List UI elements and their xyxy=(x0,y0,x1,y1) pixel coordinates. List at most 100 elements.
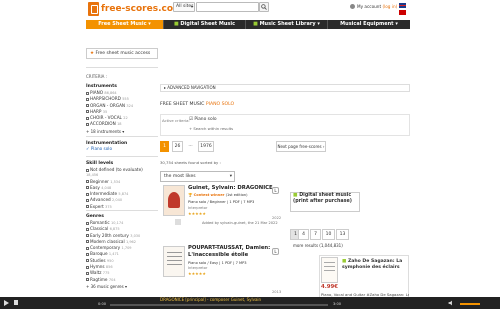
language-flag-icon[interactable] xyxy=(399,10,406,15)
result-title[interactable]: POUPART-TAUSSAT, Damien: L'inaccessible … xyxy=(188,245,272,258)
checkbox[interactable] xyxy=(86,234,89,238)
results-count-4[interactable]: 4 xyxy=(298,229,309,240)
instrumentation-selected[interactable]: ✓ Piano solo xyxy=(86,146,112,151)
checkbox[interactable] xyxy=(86,278,89,282)
search-within-link[interactable]: + Search within results xyxy=(189,126,233,131)
instruments-heading: Instruments xyxy=(86,84,117,89)
product-price: 4.99€ xyxy=(321,284,339,290)
results-count: 30,754 sheets found sorted by : xyxy=(160,160,221,165)
divider xyxy=(86,210,158,211)
play-icon[interactable] xyxy=(4,300,9,306)
results-count-13[interactable]: 13 xyxy=(336,229,349,240)
nav-digital-sheet-music[interactable]: ■ Digital Sheet Music xyxy=(164,20,246,29)
checkbox[interactable] xyxy=(86,205,89,209)
instrument-item[interactable]: ACCORDION 18 xyxy=(86,121,158,127)
player-progress-bar[interactable] xyxy=(110,304,328,306)
checkbox[interactable] xyxy=(86,110,89,114)
contest-badge[interactable]: 🏆 Contest winner (1st edition) xyxy=(188,193,247,197)
divider xyxy=(86,67,158,68)
results-count-7[interactable]: 7 xyxy=(310,229,321,240)
search-scope-select[interactable]: All sites ▾ xyxy=(173,2,195,12)
player-time-start: 0:00 xyxy=(98,302,107,306)
checkbox[interactable] xyxy=(86,122,89,126)
logo[interactable]: free-scores.com xyxy=(86,0,182,18)
checkbox[interactable] xyxy=(86,259,89,263)
score-thumbnail[interactable] xyxy=(163,185,185,216)
checkbox[interactable] xyxy=(86,192,89,196)
chevron-down-icon: ▾ xyxy=(317,21,320,27)
login-link[interactable]: (log in) xyxy=(382,4,397,9)
page-title: FREE SHEET MUSIC PIANO SOLO xyxy=(160,102,235,107)
genres-more-link[interactable]: + 36 music genres ▾ xyxy=(86,284,158,289)
added-by: Added by sylvain-guinet, the 21 Mar 2022 xyxy=(202,221,278,225)
digital-sheet-music-heading: ■ Digital sheet music (print after purch… xyxy=(293,193,352,204)
player-track-title: DRAGONICE [principal] - composer Guinet,… xyxy=(160,297,262,302)
results-count-10[interactable]: 10 xyxy=(322,229,335,240)
stop-icon[interactable] xyxy=(14,300,18,305)
search-input[interactable] xyxy=(196,2,259,12)
logo-icon xyxy=(88,2,99,16)
uk-flag-icon[interactable] xyxy=(399,3,406,8)
checkbox[interactable] xyxy=(86,91,89,95)
nav-label: Music Sheet Library xyxy=(259,21,316,27)
checkbox[interactable] xyxy=(86,186,89,190)
level-badge: L xyxy=(272,187,279,194)
page-1[interactable]: 1 xyxy=(160,141,169,152)
account-link[interactable]: My account (log in) xyxy=(357,4,397,9)
favorite-icon[interactable] xyxy=(175,219,181,225)
result-year: 2013 xyxy=(272,290,282,294)
nav-music-sheet-library[interactable]: ■ Music Sheet Library ▾ xyxy=(246,20,328,29)
volume-slider[interactable] xyxy=(460,303,480,305)
next-page-button[interactable]: Next page free-scores › xyxy=(276,141,326,152)
checkbox[interactable] xyxy=(86,240,89,244)
more-results-link[interactable]: more results (1,044,831) xyxy=(293,243,343,248)
search-icon xyxy=(261,4,267,10)
rating-stars: ★★★★★ xyxy=(188,271,206,276)
checkbox[interactable] xyxy=(86,265,89,269)
chevron-down-icon: ▾ xyxy=(229,174,232,179)
chevron-down-icon: ▾ xyxy=(125,283,128,289)
page-last[interactable]: 1976 xyxy=(198,141,214,152)
checkbox[interactable] xyxy=(86,252,89,256)
logo-text: free-scores.com xyxy=(101,4,183,14)
volume-icon[interactable] xyxy=(448,300,454,306)
search-button[interactable] xyxy=(259,2,269,12)
result-title[interactable]: Guinet, Sylvain: DRAGONICE xyxy=(188,185,273,191)
checkbox[interactable] xyxy=(86,97,89,101)
checkbox[interactable] xyxy=(86,116,89,120)
score-thumbnail[interactable] xyxy=(163,246,185,277)
page-ellipsis: ... xyxy=(186,141,195,152)
account-label: My account xyxy=(357,4,382,9)
checkbox[interactable] xyxy=(86,180,89,184)
checkbox[interactable] xyxy=(86,246,89,250)
nav-musical-equipment[interactable]: Musical Equipment ▾ xyxy=(328,20,410,29)
nav-label: Musical Equipment xyxy=(340,21,394,27)
checkbox[interactable] xyxy=(86,104,89,108)
sort-select[interactable]: the most likes ▾ xyxy=(160,171,235,182)
product-title[interactable]: ■ Zaho De Sagazan: La symphonie des écla… xyxy=(342,259,408,271)
checkbox[interactable] xyxy=(86,221,89,225)
genres-list: Romantic 10,174 Classical 6,875 Early 20… xyxy=(86,220,158,289)
product-thumbnail[interactable] xyxy=(321,257,338,283)
chevron-down-icon: ▾ xyxy=(190,4,193,9)
level-badge: L xyxy=(272,248,279,255)
checkbox[interactable] xyxy=(86,271,89,275)
instruments-list: PIANO 86,864 HARPSICHORD 555 ORGAN - ORG… xyxy=(86,90,158,134)
rating-stars: ★★★★★ xyxy=(188,211,206,216)
checkbox[interactable] xyxy=(86,198,89,202)
result-level: Interpretor xyxy=(188,266,208,270)
free-access-button[interactable]: ★ Free sheet music access xyxy=(86,48,158,59)
checkbox[interactable] xyxy=(86,227,89,231)
chevron-down-icon: ▾ xyxy=(395,21,398,27)
advanced-navigation-toggle[interactable]: ▸ ADVANCED NAVIGATION xyxy=(160,84,410,92)
nav-free-sheet-music[interactable]: Free Sheet Music ▾ xyxy=(86,20,164,29)
result-year: 2022 xyxy=(272,216,282,220)
page-26[interactable]: 26 xyxy=(172,141,183,152)
active-criteria-tag[interactable]: ☑ Piano solo xyxy=(189,117,217,122)
result-meta: Piano solo / Easy | 1 PDF | 7 MP3 xyxy=(188,261,247,265)
checkbox[interactable] xyxy=(86,168,89,172)
instruments-more-link[interactable]: + 18 instruments ▾ xyxy=(86,129,158,134)
genre-item[interactable]: Ragtime 704 xyxy=(86,277,158,283)
player-time-end: 3:00 xyxy=(333,302,342,306)
active-criteria-label: Active criteria: xyxy=(162,118,190,123)
